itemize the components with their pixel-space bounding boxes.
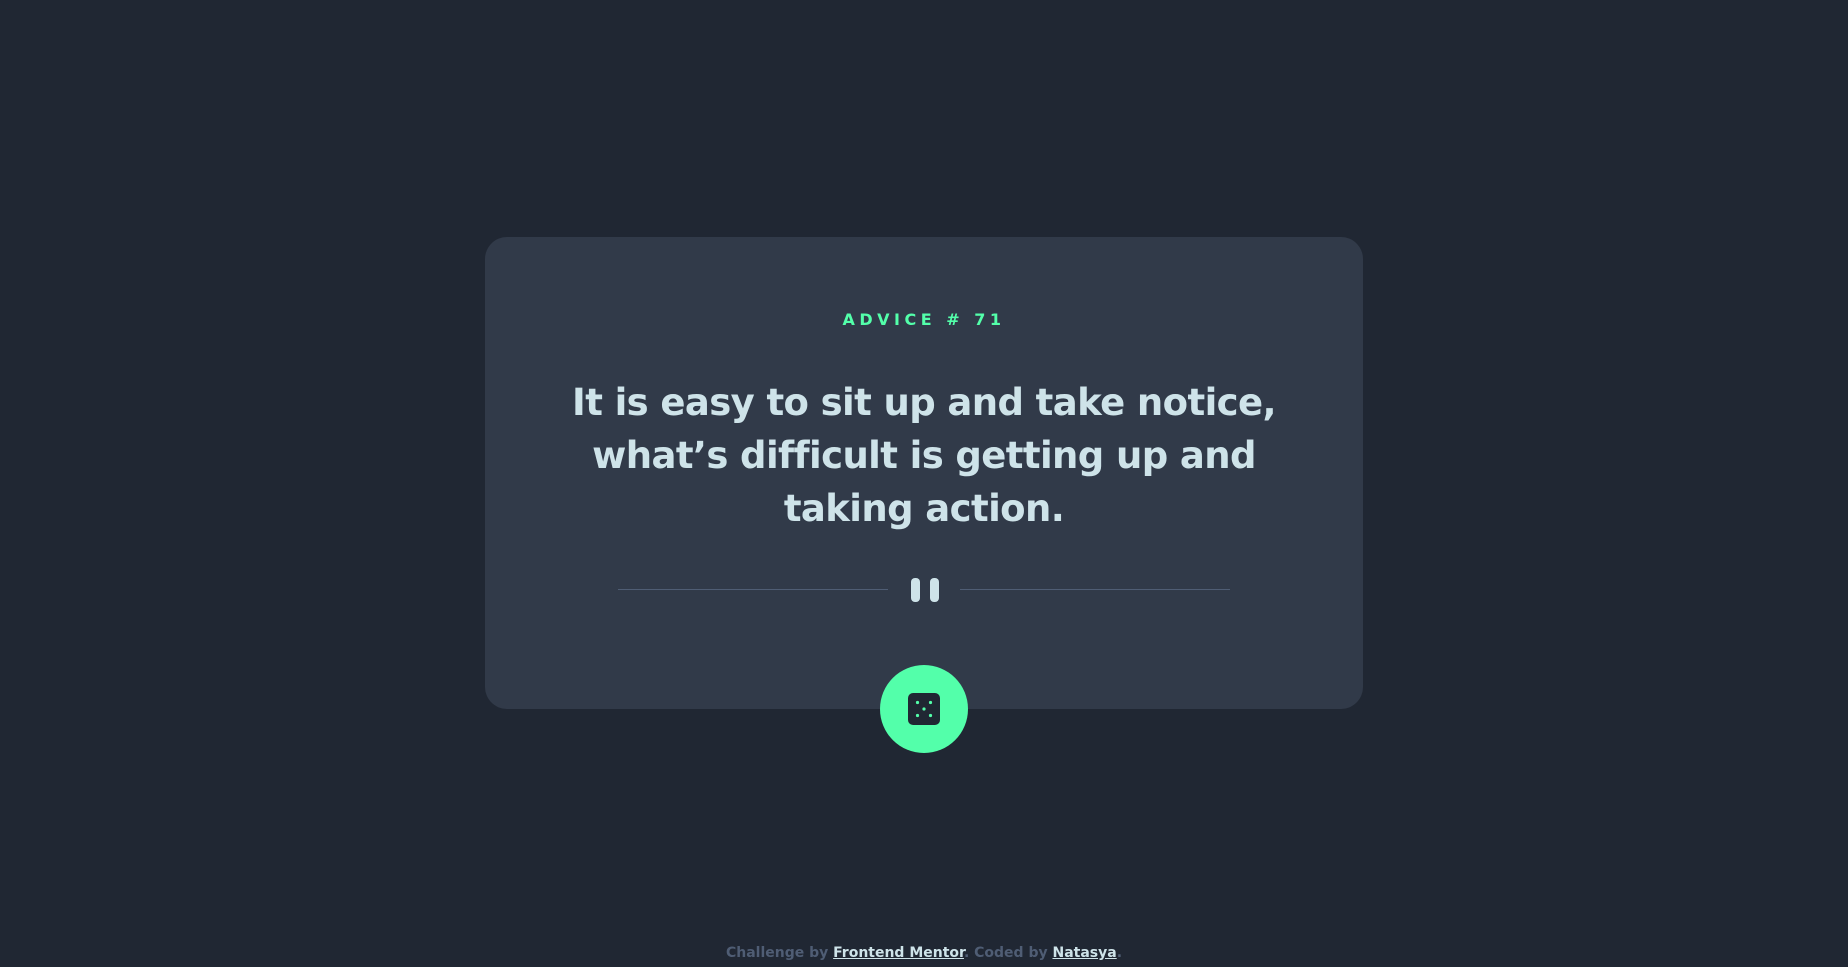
divider-line-right (960, 589, 1230, 590)
dice-icon (908, 693, 940, 725)
pause-icon (910, 578, 940, 602)
footer-middle: . Coded by (963, 945, 1053, 961)
advice-quote: It is easy to sit up and take notice, wh… (572, 381, 1277, 530)
pause-bar-right (930, 578, 939, 602)
author-link[interactable]: Natasya (1052, 945, 1116, 961)
footer-suffix: . (1116, 945, 1123, 961)
advice-card: ADVICE # 71 It is easy to sit up and tak… (485, 237, 1363, 709)
pause-bar-left (911, 578, 920, 602)
footer-prefix: Challenge by (725, 945, 834, 961)
divider (618, 578, 1230, 602)
page: ADVICE # 71 It is easy to sit up and tak… (0, 0, 1848, 967)
advice-id: ADVICE # 71 (842, 310, 1006, 329)
divider-line-left (618, 589, 888, 590)
frontend-mentor-link[interactable]: Frontend Mentor (833, 945, 964, 961)
attribution-footer: Challenge by Frontend Mentor. Coded by N… (0, 945, 1848, 961)
generate-advice-button[interactable] (880, 665, 968, 753)
